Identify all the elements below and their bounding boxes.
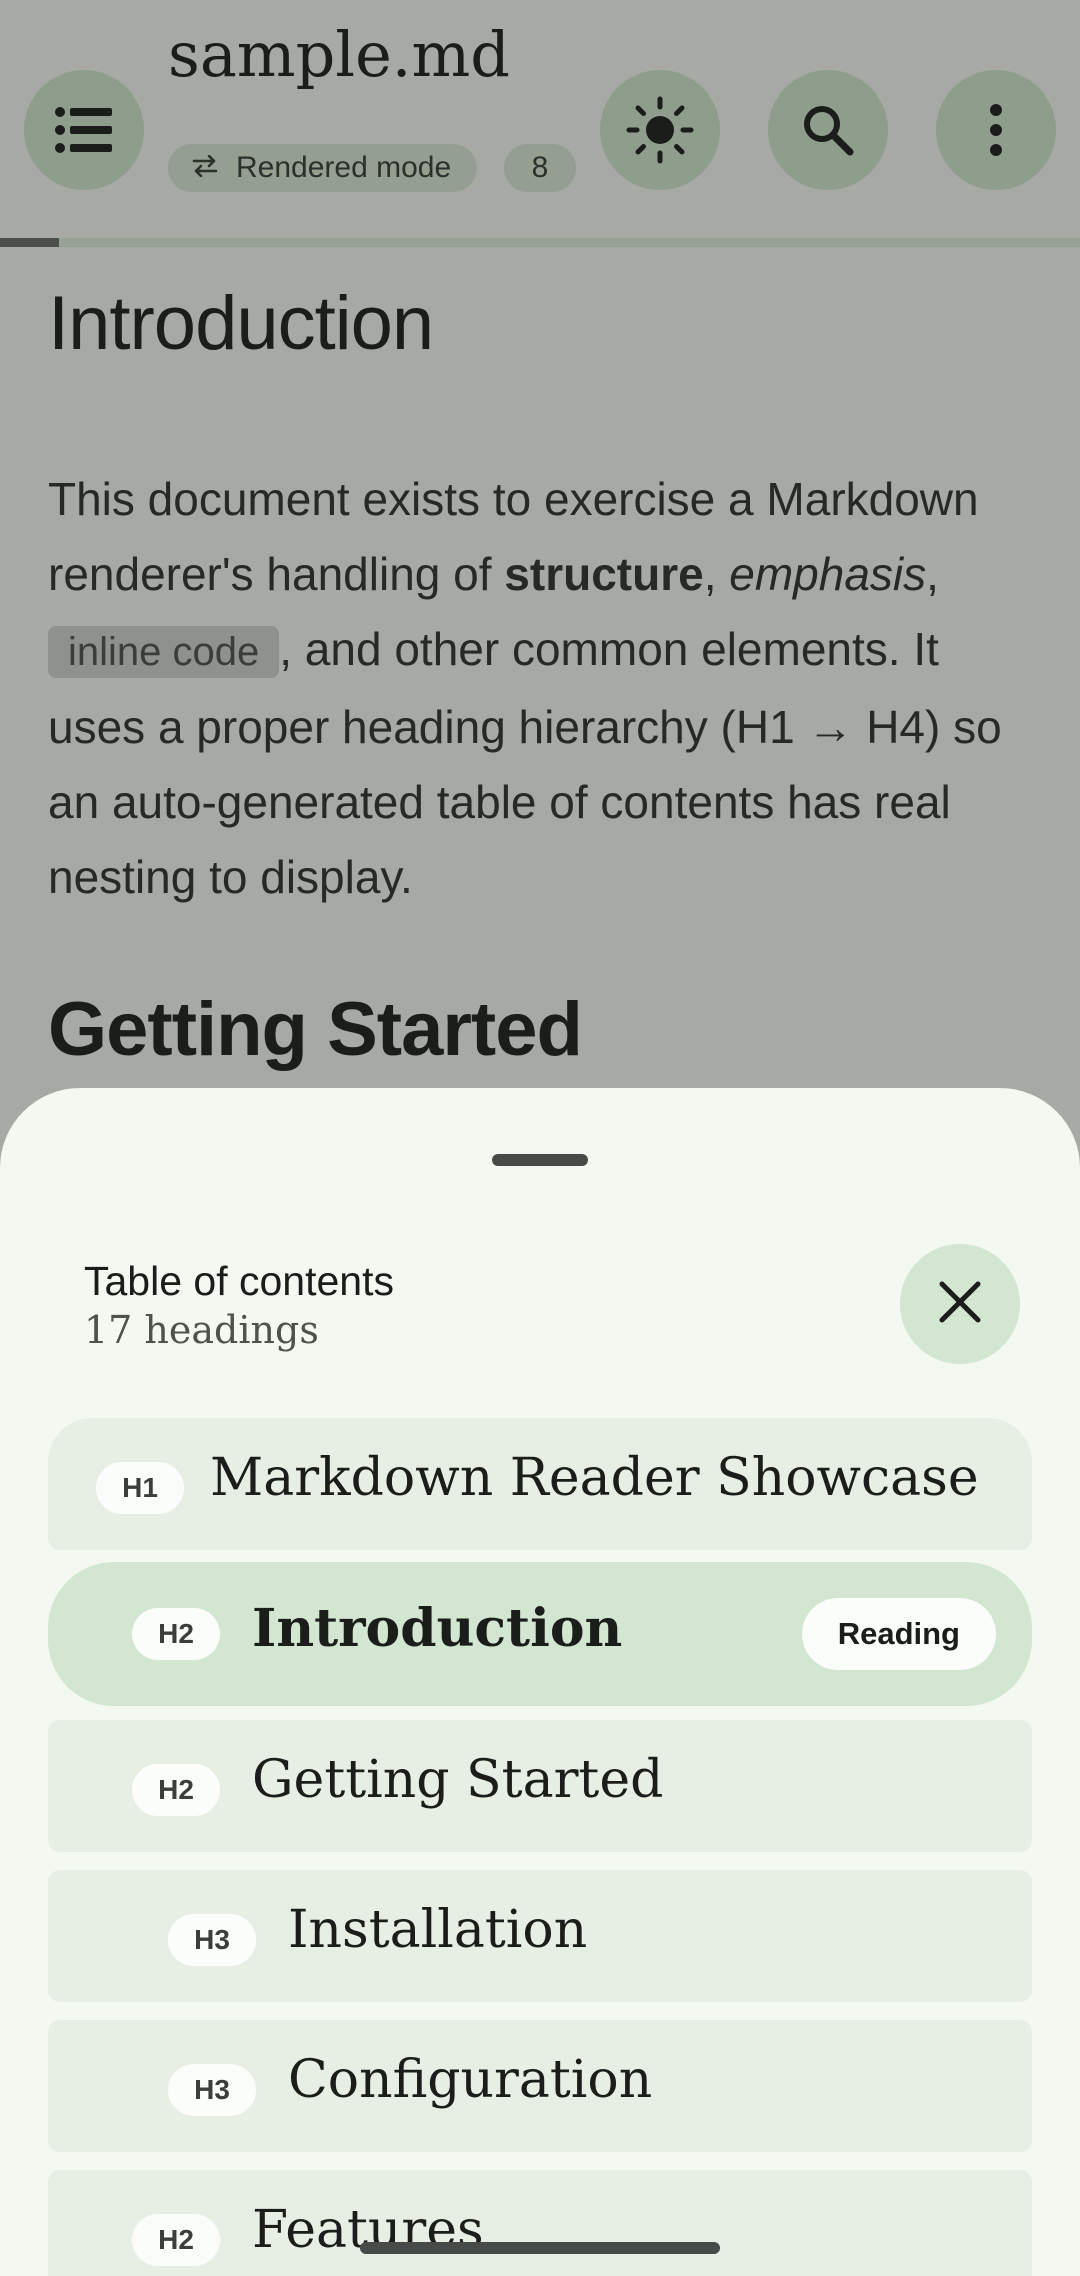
- heading-level-badge: H3: [168, 1914, 256, 1966]
- toc-item[interactable]: H1 Markdown Reader Showcase: [48, 1418, 1032, 1550]
- more-options-button[interactable]: [936, 70, 1056, 190]
- more-vert-icon: [988, 102, 1004, 158]
- heading-count-badge: 8: [504, 144, 576, 192]
- toc-bottom-sheet: Table of contents 17 headings H1 Markdow…: [0, 1088, 1080, 2276]
- heading-level-badge: H1: [96, 1462, 184, 1514]
- toc-item-active[interactable]: H2 Introduction Reading: [48, 1562, 1032, 1706]
- theme-toggle-button[interactable]: [600, 70, 720, 190]
- toc-item[interactable]: H2 Getting Started: [48, 1720, 1032, 1852]
- toc-item[interactable]: H3 Configuration: [48, 2020, 1032, 2152]
- heading-level-badge: H2: [132, 1608, 220, 1660]
- mode-label: Rendered mode: [236, 151, 452, 184]
- document-title: sample.md: [168, 18, 510, 91]
- sun-icon: [625, 95, 695, 165]
- heading-level-badge: H2: [132, 1764, 220, 1816]
- toc-item-label: Introduction: [252, 1598, 623, 1659]
- paragraph-text: ,: [926, 548, 939, 600]
- sheet-title: Table of contents: [84, 1258, 394, 1304]
- heading-level-badge: H3: [168, 2064, 256, 2116]
- inline-code: inline code: [48, 626, 280, 678]
- home-indicator[interactable]: [360, 2242, 720, 2254]
- reading-progress-bar: [0, 238, 1080, 247]
- toc-item[interactable]: H2 Features: [48, 2170, 1032, 2276]
- close-sheet-button[interactable]: [900, 1244, 1020, 1364]
- toc-item-label: Configuration: [288, 2050, 653, 2110]
- heading-getting-started: Getting Started: [48, 987, 583, 1072]
- toc-item-label: Installation: [288, 1900, 588, 1960]
- drag-handle[interactable]: [492, 1154, 588, 1166]
- mode-toggle-chip[interactable]: Rendered mode: [168, 144, 478, 192]
- intro-paragraph: This document exists to exercise a Markd…: [48, 462, 1038, 915]
- reading-indicator-badge: Reading: [801, 1598, 996, 1670]
- heading-count-text: 17 headings: [84, 1308, 319, 1352]
- reading-progress-fill: [0, 238, 60, 247]
- list-icon: [54, 106, 114, 154]
- swap-horizontal-icon: [192, 151, 236, 185]
- search-icon: [800, 102, 856, 158]
- toc-button[interactable]: [24, 70, 144, 190]
- paragraph-bold-text: structure: [504, 548, 704, 600]
- toc-item[interactable]: H3 Installation: [48, 1870, 1032, 2002]
- heading-level-badge: H2: [132, 2214, 220, 2266]
- paragraph-text: ,: [703, 548, 730, 600]
- toc-item-label: Getting Started: [252, 1750, 664, 1810]
- heading-introduction: Introduction: [48, 281, 434, 366]
- toc-item-label: Markdown Reader Showcase: [210, 1448, 979, 1508]
- screen: sample.md Rendered mode 8 Introduction T…: [0, 0, 1080, 2276]
- paragraph-italic-text: emphasis: [729, 548, 927, 600]
- search-button[interactable]: [768, 70, 888, 190]
- top-app-bar: sample.md Rendered mode 8: [0, 0, 1080, 247]
- close-icon: [938, 1280, 982, 1329]
